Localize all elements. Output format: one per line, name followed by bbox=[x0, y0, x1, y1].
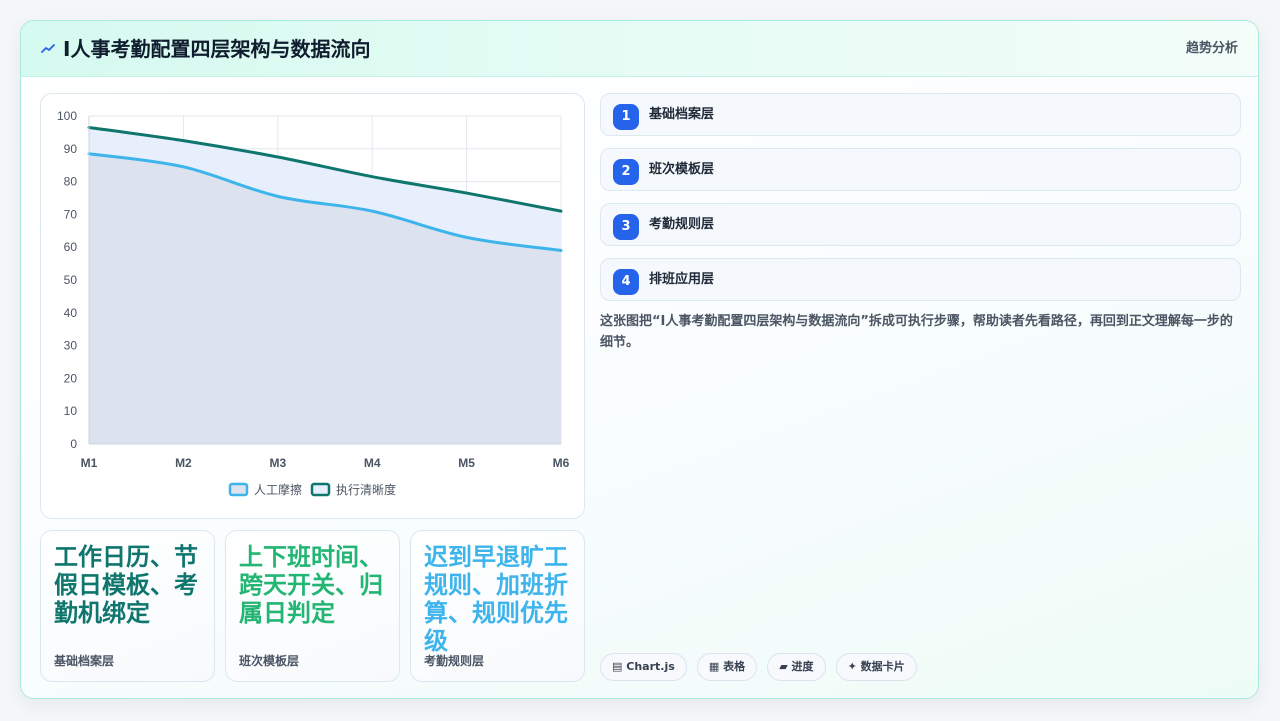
header: I人事考勤配置四层架构与数据流向 趋势分析 bbox=[21, 21, 1258, 77]
step-label: 排班应用层 bbox=[649, 272, 715, 287]
stat-value: 工作日历、节假日模板、考勤机绑定 bbox=[54, 543, 198, 627]
y-tick-label: 40 bbox=[64, 306, 78, 320]
step-item-2[interactable]: 2 班次模板层 bbox=[600, 148, 1241, 191]
step-list: 1 基础档案层 2 班次模板层 3 考勤规则层 4 排班应用层 bbox=[600, 93, 1241, 313]
stat-caption: 考勤规则层 bbox=[424, 654, 485, 668]
y-tick-label: 50 bbox=[64, 273, 78, 287]
description-text: 这张图把“I人事考勤配置四层架构与数据流向”拆成可执行步骤，帮助读者先看路径，再… bbox=[600, 314, 1233, 350]
tag-list: ▤ Chart.js ▦ 表格 ▰ 进度 ✦ 数据卡片 bbox=[600, 653, 922, 681]
legend-swatch bbox=[228, 482, 249, 497]
page-title: I人事考勤配置四层架构与数据流向 bbox=[63, 37, 371, 61]
y-tick-label: 70 bbox=[64, 207, 78, 221]
chart-panel: 0 10 20 30 40 50 60 70 80 90 100 M1 M2 M3 M4 M5 M6 人工摩擦 执… bbox=[40, 93, 585, 519]
table-icon: ▦ bbox=[708, 660, 720, 673]
step-label: 班次模板层 bbox=[649, 162, 715, 177]
tag-label: 数据卡片 bbox=[860, 660, 905, 673]
y-tick-label: 0 bbox=[70, 437, 77, 451]
stat-card-rules: 迟到早退旷工规则、加班折算、规则优先级 考勤规则层 bbox=[410, 530, 585, 682]
legend-label: 人工摩擦 bbox=[254, 482, 302, 497]
y-tick-label: 20 bbox=[64, 371, 78, 385]
legend-swatch bbox=[310, 482, 331, 497]
y-tick-label: 30 bbox=[64, 339, 78, 353]
step-label: 考勤规则层 bbox=[649, 217, 715, 232]
tag-table[interactable]: ▦ 表格 bbox=[696, 653, 758, 681]
tag-label: Chart.js bbox=[626, 660, 675, 673]
y-tick-label: 60 bbox=[64, 240, 78, 254]
sparkle-icon: ✦ bbox=[847, 660, 857, 673]
x-tick-label: M6 bbox=[553, 456, 570, 470]
tag-chartjs[interactable]: ▤ Chart.js bbox=[600, 653, 687, 681]
y-tick-label: 80 bbox=[64, 175, 78, 189]
y-tick-label: 90 bbox=[64, 142, 78, 156]
x-tick-label: M3 bbox=[269, 456, 286, 470]
stat-value: 上下班时间、跨天开关、归属日判定 bbox=[239, 543, 383, 627]
stat-card-basic: 工作日历、节假日模板、考勤机绑定 基础档案层 bbox=[40, 530, 215, 682]
tag-progress[interactable]: ▰ 进度 bbox=[767, 653, 826, 681]
step-label: 基础档案层 bbox=[649, 107, 715, 122]
sparkline-icon bbox=[41, 44, 55, 53]
x-tick-label: M1 bbox=[81, 456, 98, 470]
tag-label: 进度 bbox=[791, 660, 814, 673]
step-item-3[interactable]: 3 考勤规则层 bbox=[600, 203, 1241, 246]
trend-analysis-link[interactable]: 趋势分析 bbox=[1186, 40, 1238, 58]
chart-icon: ▤ bbox=[612, 660, 623, 673]
y-tick-label: 10 bbox=[64, 404, 78, 418]
stat-value: 迟到早退旷工规则、加班折算、规则优先级 bbox=[424, 543, 568, 655]
step-number: 2 bbox=[613, 159, 639, 185]
stat-card-shift: 上下班时间、跨天开关、归属日判定 班次模板层 bbox=[225, 530, 400, 682]
x-tick-label: M5 bbox=[458, 456, 475, 470]
progress-icon: ▰ bbox=[779, 660, 788, 673]
step-number: 1 bbox=[613, 104, 639, 130]
step-item-4[interactable]: 4 排班应用层 bbox=[600, 258, 1241, 301]
x-tick-label: M4 bbox=[364, 456, 381, 470]
legend-label: 执行清晰度 bbox=[336, 482, 396, 497]
step-number: 3 bbox=[613, 214, 639, 240]
step-number: 4 bbox=[613, 269, 639, 295]
stat-caption: 基础档案层 bbox=[54, 654, 115, 668]
step-item-1[interactable]: 1 基础档案层 bbox=[600, 93, 1241, 136]
tag-label: 表格 bbox=[723, 660, 746, 673]
tag-data-card[interactable]: ✦ 数据卡片 bbox=[835, 653, 917, 681]
area-chart: 0 10 20 30 40 50 60 70 80 90 100 M1 M2 M3 M4 M5 M6 人工摩擦 执… bbox=[57, 109, 570, 497]
x-tick-label: M2 bbox=[175, 456, 192, 470]
dashboard-card: I人事考勤配置四层架构与数据流向 趋势分析 0 10 20 30 40 50 60 70 80 9… bbox=[20, 20, 1259, 699]
stat-caption: 班次模板层 bbox=[239, 654, 300, 668]
y-tick-label: 100 bbox=[57, 109, 77, 123]
